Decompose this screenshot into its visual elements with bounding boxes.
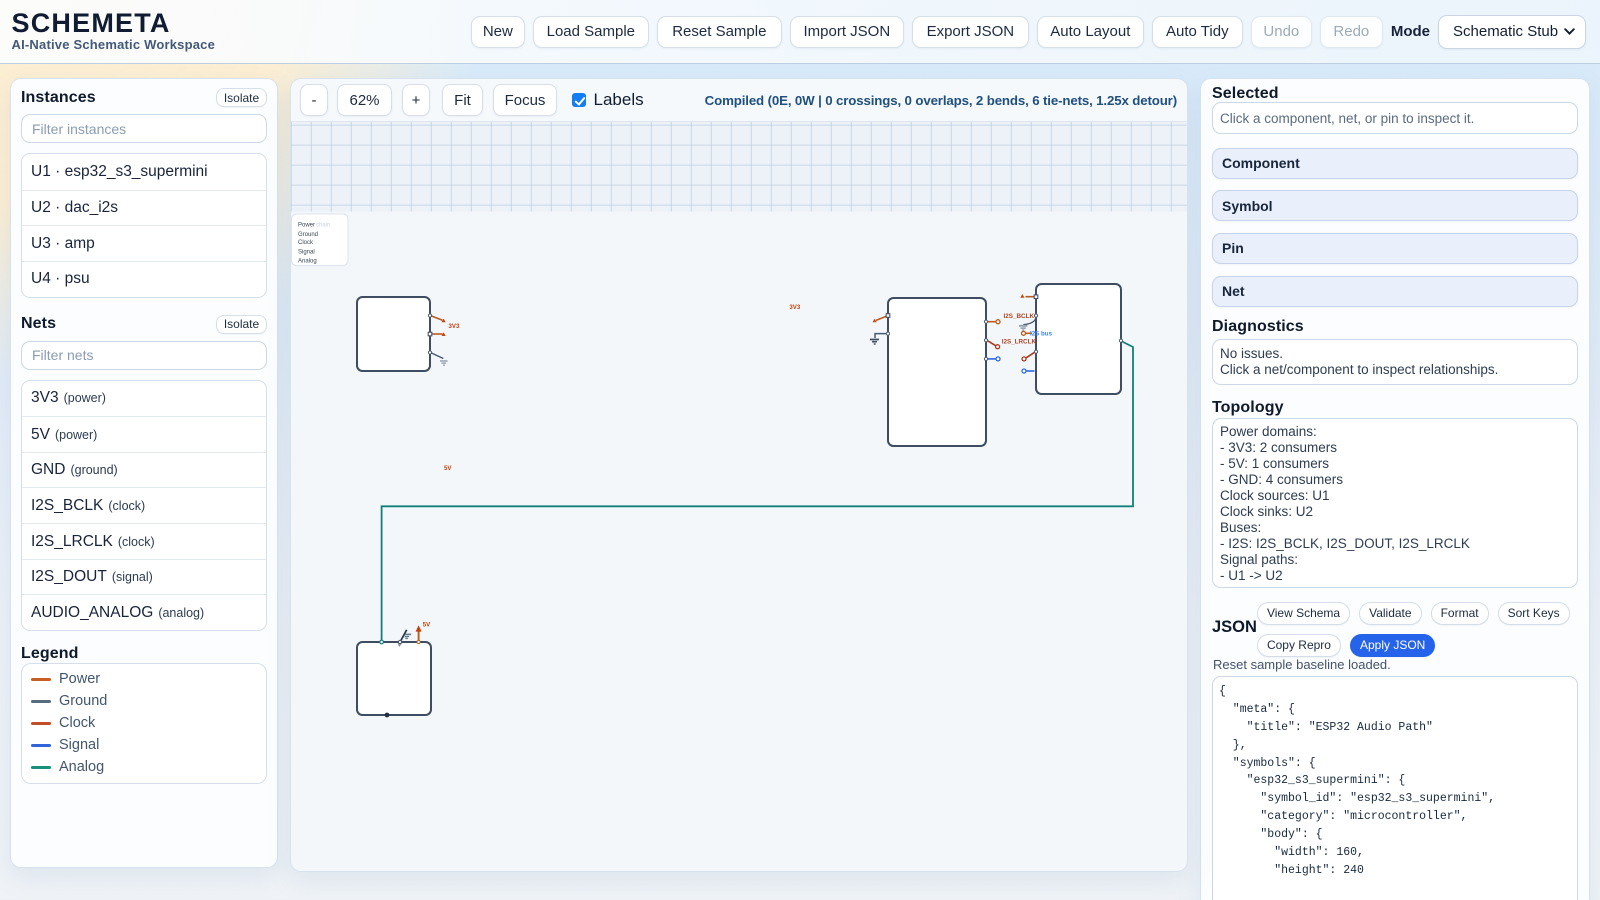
svg-text:I2S_BCLK: I2S_BCLK (1004, 313, 1035, 320)
svg-text:3V3: 3V3 (789, 304, 800, 311)
svg-text:Ground: Ground (298, 232, 318, 238)
svg-text:Signal: Signal (298, 249, 315, 255)
svg-text:I2S bus: I2S bus (1030, 331, 1053, 338)
svg-text:chain: chain (316, 223, 330, 229)
svg-text:5V: 5V (444, 465, 452, 472)
svg-text:Clock: Clock (298, 240, 314, 246)
svg-text:I2S_LRCLK: I2S_LRCLK (1002, 339, 1037, 346)
svg-text:5V: 5V (423, 622, 431, 629)
svg-text:3V3: 3V3 (449, 323, 460, 330)
svg-text:Power: Power (298, 223, 315, 229)
svg-text:Analog: Analog (298, 258, 317, 264)
